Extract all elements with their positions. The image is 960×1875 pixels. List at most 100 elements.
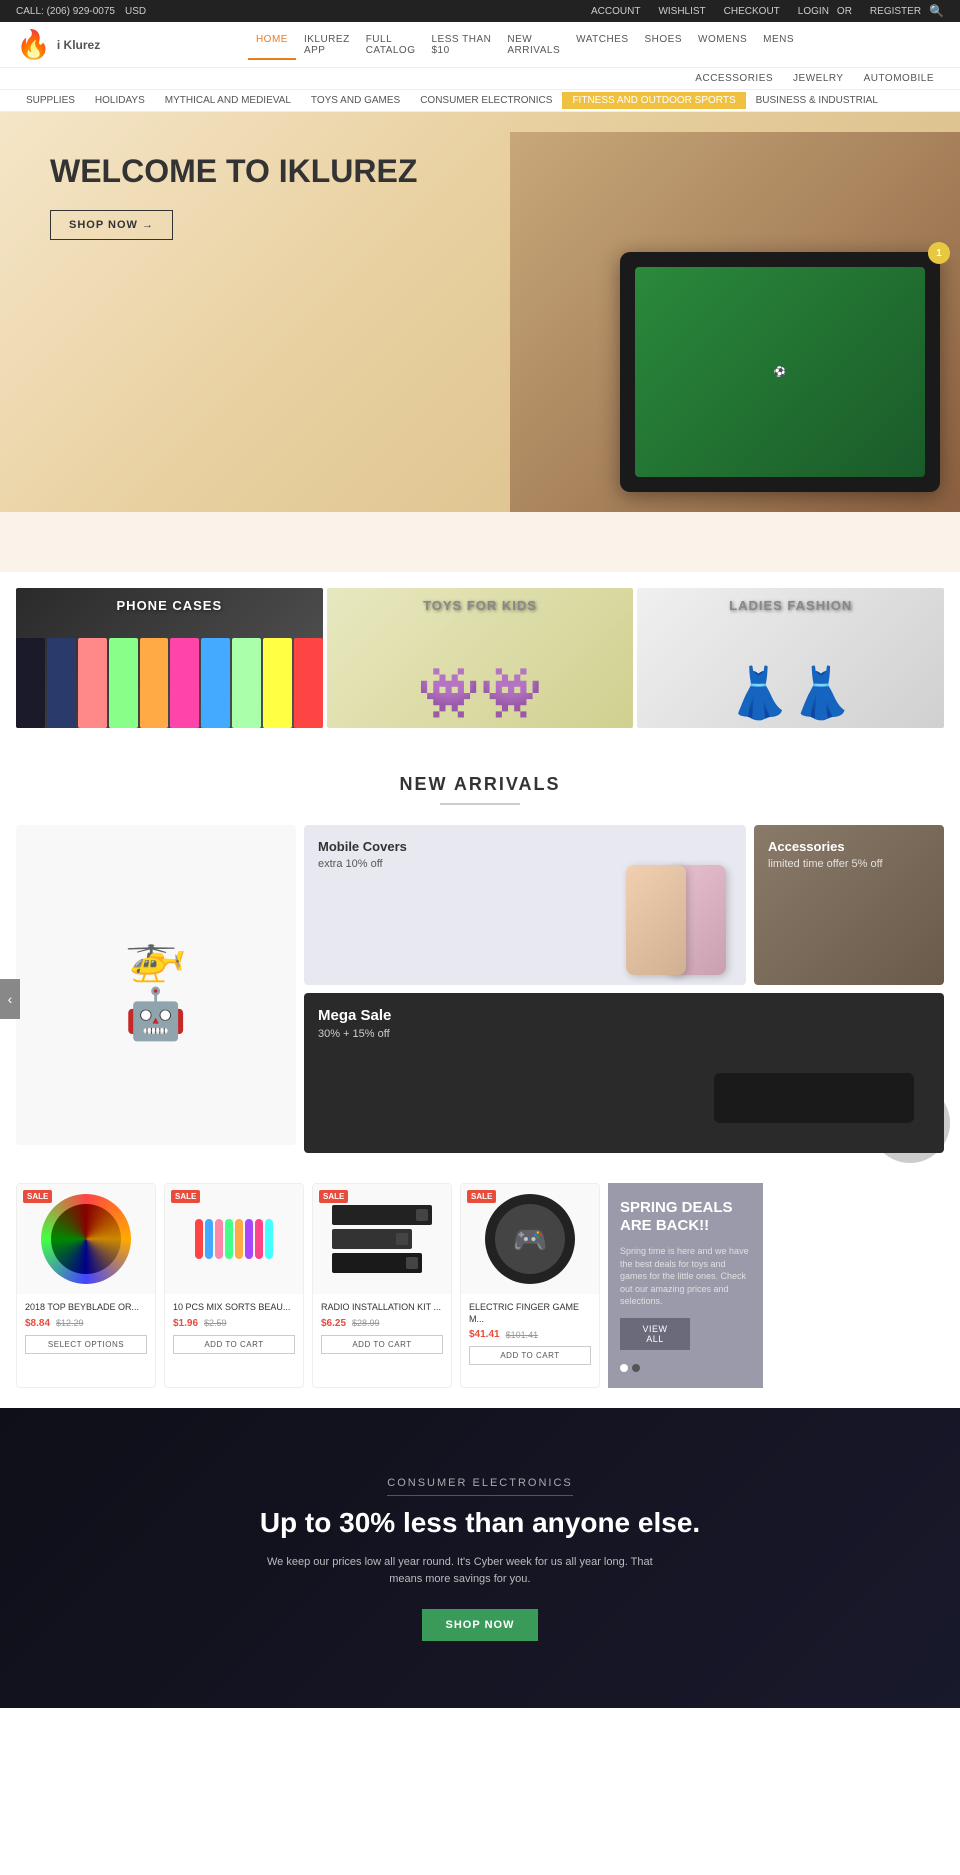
nav-accessories[interactable]: ACCESSORIES <box>685 70 783 87</box>
nav-less-than[interactable]: LESS THAN$10 <box>424 30 500 60</box>
category-toys-label: TOYS FOR KIDS <box>423 598 537 613</box>
tv-display: ⚽ 1 <box>620 252 940 492</box>
spring-deals-desc: Spring time is here and we have the best… <box>620 1245 751 1308</box>
nav-consumer-electronics[interactable]: CONSUMER ELECTRONICS <box>410 92 562 109</box>
category-phone-cases-label: PHONE CASES <box>117 598 223 613</box>
hairbands-icon <box>184 1194 284 1284</box>
product-prices-beyblade: $8.84 $12.29 <box>25 1318 147 1329</box>
products-section: SALE 2018 TOP BEYBLADE OR... $8.84 $12.2… <box>0 1173 960 1408</box>
product-image-hairbands: SALE <box>165 1184 303 1294</box>
consumer-shop-button[interactable]: SHOP NOW <box>422 1609 539 1641</box>
arrivals-featured-product[interactable]: 🚁 🤖 <box>16 825 296 1145</box>
product-name-radio: RADIO INSTALLATION KIT ... <box>321 1302 443 1314</box>
sub-navigation: ACCESSORIES JEWELRY AUTOMOBILE <box>0 68 960 90</box>
nav-shoes[interactable]: SHOES <box>637 30 691 60</box>
nav-business[interactable]: BUSINESS & INDUSTRIAL <box>746 92 888 109</box>
mobile-covers-card[interactable]: Mobile Covers extra 10% off <box>304 825 746 985</box>
finger-game-icon: 🎮 <box>485 1194 575 1284</box>
consumer-desc: We keep our prices low all year round. I… <box>260 1554 660 1589</box>
nav-jewelry[interactable]: JEWELRY <box>783 70 854 87</box>
mega-navigation: SUPPLIES HOLIDAYS MYTHICAL AND MEDIEVAL … <box>0 90 960 112</box>
nav-full-catalog[interactable]: FULLCATALOG <box>358 30 424 60</box>
nav-fitness[interactable]: FITNESS AND OUTDOOR SPORTS <box>562 92 745 109</box>
arrivals-prev-arrow[interactable]: ‹ <box>0 979 20 1019</box>
product-prices-hairbands: $1.96 $2.59 <box>173 1318 295 1329</box>
promo-banner <box>0 512 960 572</box>
mega-sale-title: Mega Sale <box>318 1007 930 1024</box>
price-current-3: $6.25 <box>321 1318 346 1329</box>
product-info-beyblade: 2018 TOP BEYBLADE OR... $8.84 $12.29 SEL… <box>17 1294 155 1362</box>
nav-toys-games[interactable]: TOYS AND GAMES <box>301 92 410 109</box>
product-prices-finger-game: $41.41 $101.41 <box>469 1329 591 1340</box>
nav-holidays[interactable]: HOLIDAYS <box>85 92 155 109</box>
nav-supplies[interactable]: SUPPLIES <box>16 92 85 109</box>
price-old-3: $28.99 <box>352 1318 380 1328</box>
product-name-beyblade: 2018 TOP BEYBLADE OR... <box>25 1302 147 1314</box>
product-card-hairbands: SALE 10 PCS MIX SORTS BEAU... $1.96 $2.5… <box>164 1183 304 1388</box>
nav-automobile[interactable]: AUTOMOBILE <box>854 70 944 87</box>
radio-kit-icon <box>332 1205 432 1273</box>
mobile-covers-title: Mobile Covers <box>318 839 732 854</box>
arrivals-promo-cards: Mobile Covers extra 10% off Accessories … <box>304 825 944 1153</box>
fashion-icon: 👗👗 <box>728 664 853 723</box>
nav-home[interactable]: HOME <box>248 30 296 60</box>
currency: USD <box>125 6 146 17</box>
nav-iklurez-app[interactable]: IKLUREZAPP <box>296 30 358 60</box>
category-phone-cases[interactable]: PHONE CASES <box>16 588 323 728</box>
select-options-button[interactable]: SELECT OPTIONS <box>25 1335 147 1354</box>
sale-badge-2: SALE <box>171 1190 200 1203</box>
add-to-cart-button-radio[interactable]: ADD TO CART <box>321 1335 443 1354</box>
nav-mythical[interactable]: MYTHICAL AND MEDIEVAL <box>155 92 301 109</box>
view-all-button[interactable]: VIEW ALL <box>620 1318 690 1350</box>
powerbank-display <box>714 1073 914 1123</box>
nav-mens[interactable]: MENS <box>755 30 802 60</box>
price-old-2: $2.59 <box>204 1318 227 1328</box>
phone-number: CALL: (206) 929-0075 <box>16 6 115 17</box>
price-old-4: $101.41 <box>506 1330 539 1340</box>
account-link[interactable]: ACCOUNT <box>591 6 640 17</box>
checkout-link[interactable]: CHECKOUT <box>724 6 780 17</box>
consumer-electronics-banner: Consumer Electronics Up to 30% less than… <box>0 1408 960 1708</box>
price-current-2: $1.96 <box>173 1318 198 1329</box>
logo[interactable]: 🔥 i Klurez <box>16 28 106 61</box>
mega-sale-card[interactable]: Mega Sale 30% + 15% off <box>304 993 944 1153</box>
nav-new-arrivals[interactable]: NEWARRIVALS <box>499 30 568 60</box>
category-fashion[interactable]: LADIES FASHION 👗👗 <box>637 588 944 728</box>
hero-section: WELCOME TO IKLUREZ SHOP NOW → ⚽ 1 <box>0 112 960 512</box>
category-toys[interactable]: TOYS FOR KIDS 👾👾 <box>327 588 634 728</box>
wishlist-link[interactable]: WISHLIST <box>658 6 705 17</box>
spring-deals-title: SPRING DEALS ARE BACK!! <box>620 1199 751 1235</box>
or-text: OR <box>837 6 852 17</box>
price-current: $8.84 <box>25 1318 50 1329</box>
arrivals-top-row: Mobile Covers extra 10% off Accessories … <box>304 825 944 985</box>
main-navigation: HOME IKLUREZAPP FULLCATALOG LESS THAN$10… <box>106 30 944 60</box>
accessories-title: Accessories <box>768 839 930 854</box>
hero-title: WELCOME TO IKLUREZ <box>50 152 417 190</box>
consumer-tag: Consumer Electronics <box>387 1477 572 1496</box>
logo-text: i Klurez <box>57 38 100 52</box>
tv-content: ⚽ <box>774 367 786 378</box>
login-link[interactable]: LOGIN <box>798 6 829 17</box>
product-image-finger-game: SALE 🎮 <box>461 1184 599 1294</box>
tv-screen: ⚽ <box>635 267 925 477</box>
logo-flame-icon: 🔥 <box>16 28 51 61</box>
nav-womens[interactable]: WOMENS <box>690 30 755 60</box>
hero-image: ⚽ 1 <box>510 132 960 512</box>
search-icon[interactable]: 🔍 <box>929 4 944 18</box>
product-image-beyblade: SALE <box>17 1184 155 1294</box>
topbar-left: CALL: (206) 929-0075 USD <box>16 6 146 17</box>
accessories-card[interactable]: Accessories limited time offer 5% off 🎧 <box>754 825 944 985</box>
nav-watches[interactable]: WATCHES <box>568 30 636 60</box>
mega-sale-sub: 30% + 15% off <box>318 1028 930 1040</box>
register-link[interactable]: REGISTER <box>870 6 921 17</box>
category-fashion-label: LADIES FASHION <box>729 598 852 613</box>
dot-indicators <box>620 1364 751 1372</box>
product-card-radio: SALE RADIO INSTALLATION KIT ... $6.25 $2… <box>312 1183 452 1388</box>
category-banners: PHONE CASES TOYS FOR KIDS 👾👾 LADIES FASH… <box>0 572 960 744</box>
product-name-hairbands: 10 PCS MIX SORTS BEAU... <box>173 1302 295 1314</box>
add-to-cart-button-finger-game[interactable]: ADD TO CART <box>469 1346 591 1365</box>
add-to-cart-button-hairbands[interactable]: ADD TO CART <box>173 1335 295 1354</box>
shop-now-button[interactable]: SHOP NOW → <box>50 210 173 240</box>
toys-icon: 👾👾 <box>418 664 543 723</box>
price-current-4: $41.41 <box>469 1329 500 1340</box>
